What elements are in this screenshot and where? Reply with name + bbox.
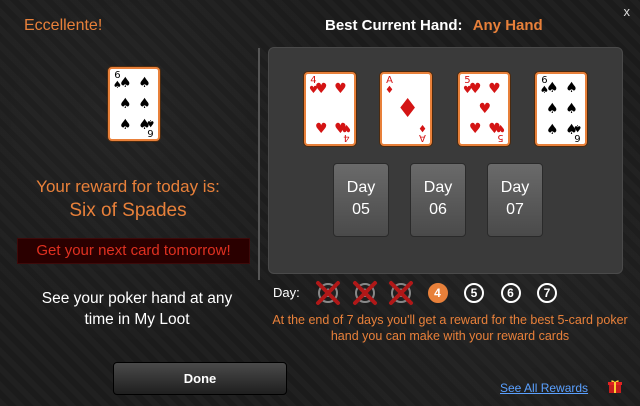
day-number: 6 <box>507 286 514 300</box>
title: Eccellente! <box>24 17 103 34</box>
upcoming-day-slot: Day 07 <box>487 163 543 237</box>
suit-pip: ♥ <box>334 120 347 137</box>
gift-icon[interactable] <box>608 379 622 394</box>
day-slot-number: 05 <box>352 201 370 218</box>
close-button[interactable]: x <box>624 4 631 19</box>
suit-pip: ♠ <box>119 75 132 91</box>
day-circle-2: 2 <box>352 281 377 305</box>
suit-pip: ♠ <box>119 117 132 133</box>
suit-pip: ♥ <box>334 81 347 98</box>
reward-label: Your reward for today is: <box>36 177 220 196</box>
day-circle-4: 4 <box>427 283 448 303</box>
day-circle-1: 1 <box>316 281 340 305</box>
upcoming-day-slot: Day 05 <box>333 163 389 237</box>
hand-card: 4 ♥ 4 ♥ ♥ ♥ ♥ ♥ <box>304 72 356 146</box>
end-of-week-info: At the end of 7 days you'll get a reward… <box>272 313 628 343</box>
suit-pip: ♠ <box>546 80 559 96</box>
suit-pip: ♥ <box>315 120 328 137</box>
suit-pip: ♠ <box>565 80 578 96</box>
suit-pip: ♠ <box>565 122 578 138</box>
best-hand-heading: Best Current Hand: Any Hand <box>325 17 543 34</box>
suit-pip: ♥ <box>478 101 492 117</box>
day-number: 7 <box>543 286 551 300</box>
day-slot-label: Day <box>346 179 376 196</box>
suit-pip: ♠ <box>119 96 132 112</box>
suit-pip: ♥ <box>469 81 482 98</box>
hand-card: A ♦ A ♦ ♦ <box>380 72 432 146</box>
my-loot-message: See your poker hand at any time in My Lo… <box>41 290 233 328</box>
best-hand-value: Any Hand <box>472 17 543 34</box>
suit-pip: ♠ <box>546 101 559 117</box>
day-slot-label: Day <box>500 179 530 196</box>
upcoming-day-slot: Day 06 <box>410 163 466 237</box>
suit-pip: ♠ <box>138 75 151 91</box>
suit-pip: ♥ <box>315 81 328 98</box>
suit-pip: ♥ <box>488 81 501 98</box>
day-circle-3: 3 <box>389 281 413 305</box>
day-circle-6: 6 <box>500 283 521 303</box>
day-number: 4 <box>434 286 441 300</box>
completed-x-icon <box>389 281 413 305</box>
day-slot-number: 07 <box>506 201 524 218</box>
see-all-rewards-link[interactable]: See All Rewards <box>500 381 588 395</box>
completed-x-icon <box>352 281 377 305</box>
hand-card: 5 ♥ 5 ♥ ♥ ♥ ♥ ♥ ♥ <box>458 72 510 146</box>
next-card-banner: Get your next card tomorrow! <box>17 238 250 264</box>
suit-pip: ♥ <box>488 120 501 137</box>
suit-pip: ♠ <box>546 122 559 138</box>
suit-pip: ♦ <box>396 94 420 124</box>
hand-card: 6 ♠ 6 ♠ ♠ ♠ ♠ ♠ ♠ ♠ <box>535 72 587 146</box>
suit-pip: ♠ <box>138 117 151 133</box>
suit-pip: ♠ <box>565 101 578 117</box>
best-hand-label: Best Current Hand: <box>325 17 463 34</box>
day-slot-label: Day <box>423 179 453 196</box>
day-circle-5: 5 <box>464 283 484 303</box>
reward-card: 6 ♠ 6 ♠ ♠ ♠ ♠ ♠ ♠ ♠ <box>108 67 160 141</box>
day-circle-7: 7 <box>537 283 557 303</box>
card-corner-rank: A ♦ <box>418 122 427 143</box>
reward-card-name: Six of Spades <box>69 200 187 221</box>
done-button[interactable]: Done <box>113 362 287 395</box>
divider <box>258 48 260 280</box>
suit-pip: ♠ <box>138 96 151 112</box>
suit-pip: ♥ <box>469 120 482 137</box>
completed-x-icon <box>316 281 340 305</box>
card-corner-rank: A ♦ <box>385 75 394 96</box>
day-tracker-label: Day: <box>273 285 300 300</box>
day-number: 5 <box>470 286 478 300</box>
day-slot-number: 06 <box>429 201 447 218</box>
